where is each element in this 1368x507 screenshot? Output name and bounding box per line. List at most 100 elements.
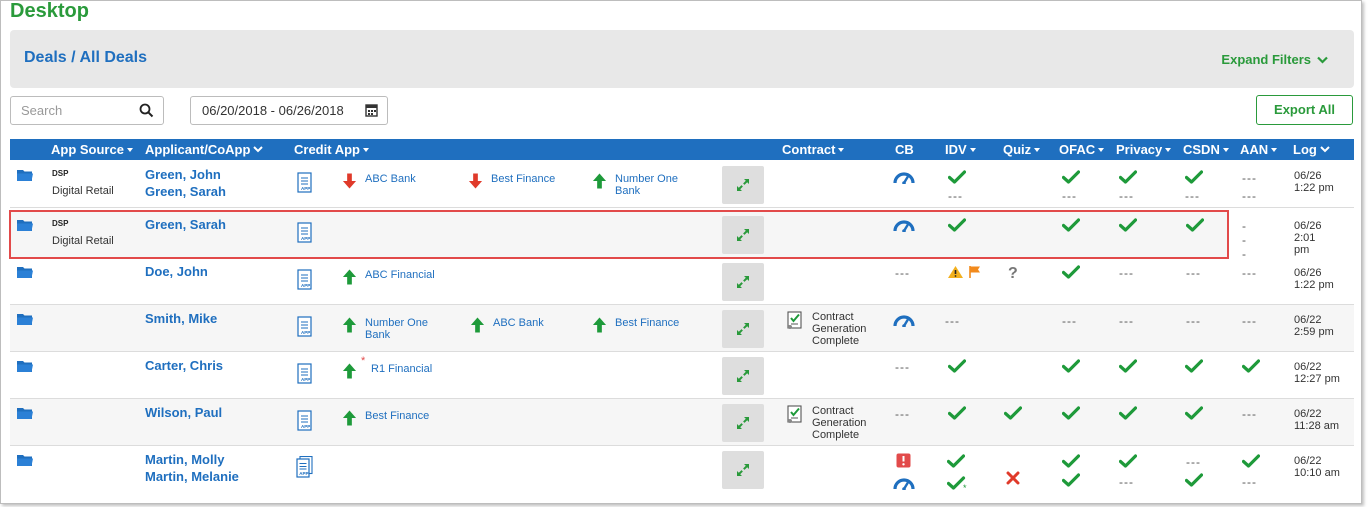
credit-app-multi-icon[interactable] xyxy=(295,456,315,478)
log-entry[interactable]: 06/26 1:22 pm xyxy=(1294,170,1334,194)
expand-button[interactable] xyxy=(722,166,764,204)
coapplicant-link[interactable]: Martin, Melanie xyxy=(145,468,239,485)
expand-filters-button[interactable]: Expand Filters xyxy=(1221,52,1328,67)
applicant-link[interactable]: Wilson, Paul xyxy=(145,404,222,421)
log-entry[interactable]: 06/22 12:27 pm xyxy=(1294,361,1340,385)
column-app-source[interactable]: App Source xyxy=(51,142,133,157)
gauge-icon[interactable] xyxy=(893,313,915,327)
date-range-field[interactable]: 06/20/2018 - 06/26/2018 xyxy=(190,96,388,125)
table-row[interactable]: Carter, Chris R1 Financial * --- 06/22 12… xyxy=(10,352,1354,399)
contract-status[interactable]: Contract Generation Complete xyxy=(786,311,866,347)
expand-button[interactable] xyxy=(722,263,764,301)
lender-item[interactable]: Number One Bank xyxy=(592,172,678,197)
column-privacy[interactable]: Privacy xyxy=(1116,142,1172,157)
coapplicant-link[interactable]: Green, Sarah xyxy=(145,183,226,200)
column-contract[interactable]: Contract xyxy=(782,142,845,157)
log-entry[interactable]: 06/26 2:01 pm xyxy=(1294,220,1322,256)
credit-app-icon[interactable] xyxy=(296,363,314,385)
warning-icon[interactable] xyxy=(947,265,964,279)
close-icon[interactable] xyxy=(1006,471,1020,485)
svg-text:?: ? xyxy=(1008,265,1018,280)
column-aan[interactable]: AAN xyxy=(1240,142,1278,157)
caret-down-icon xyxy=(1034,148,1041,152)
log-entry[interactable]: 06/22 11:28 am xyxy=(1294,408,1339,432)
caret-down-icon xyxy=(1165,148,1172,152)
column-applicant[interactable]: Applicant/CoApp xyxy=(145,142,264,157)
lender-item[interactable]: Best Finance xyxy=(342,409,429,427)
folder-icon[interactable] xyxy=(16,406,34,420)
contract-status[interactable]: Contract Generation Complete xyxy=(786,405,866,441)
check-star-icon: * xyxy=(947,476,967,491)
caret-down-icon xyxy=(362,148,369,152)
check-icon xyxy=(1119,406,1137,420)
credit-app-icon[interactable] xyxy=(296,316,314,338)
folder-icon[interactable] xyxy=(16,265,34,279)
log-entry[interactable]: 06/26 1:22 pm xyxy=(1294,267,1334,291)
question-icon[interactable]: ? xyxy=(1007,264,1019,280)
search-icon[interactable] xyxy=(139,103,154,118)
column-csdn[interactable]: CSDN xyxy=(1183,142,1229,157)
lender-item[interactable]: Best Finance xyxy=(592,316,679,334)
status-dash: --- xyxy=(895,360,910,374)
applicant-link[interactable]: Martin, Molly xyxy=(145,451,239,468)
flag-icon[interactable] xyxy=(968,265,982,279)
expand-button[interactable] xyxy=(722,357,764,395)
table-row[interactable]: Smith, Mike Number One Bank ABC Bank Best… xyxy=(10,305,1354,352)
table-row[interactable]: Doe, John ABC Financial --- ? --- --- --… xyxy=(10,258,1354,305)
folder-icon[interactable] xyxy=(16,453,34,467)
table-row-highlighted[interactable]: DSP Digital Retail Green, Sarah --- 06/2… xyxy=(9,210,1322,261)
lender-item[interactable]: ABC Bank xyxy=(342,172,416,190)
expand-button[interactable] xyxy=(722,310,764,348)
column-idv[interactable]: IDV xyxy=(945,142,976,157)
credit-app-icon[interactable] xyxy=(296,222,314,244)
status-dash: --- xyxy=(1242,171,1257,185)
folder-icon[interactable] xyxy=(16,168,34,182)
applicant-link[interactable]: Green, John xyxy=(145,166,226,183)
folder-icon[interactable] xyxy=(16,218,34,232)
log-entry[interactable]: 06/22 2:59 pm xyxy=(1294,314,1334,338)
gauge-icon[interactable] xyxy=(893,218,915,232)
expand-button[interactable] xyxy=(722,451,764,489)
table-row[interactable]: Wilson, Paul Best Finance Contract Genera… xyxy=(10,399,1354,446)
applicant-link[interactable]: Smith, Mike xyxy=(145,310,217,327)
table-row[interactable]: DSP Digital Retail Green, John Green, Sa… xyxy=(10,161,1354,208)
lender-item[interactable]: ABC Financial xyxy=(342,268,435,286)
alert-icon[interactable] xyxy=(896,453,911,468)
caret-down-icon xyxy=(1271,148,1278,152)
lender-item[interactable]: Number One Bank xyxy=(342,316,428,341)
applicant-link[interactable]: Doe, John xyxy=(145,263,208,280)
credit-app-icon[interactable] xyxy=(296,269,314,291)
column-quiz[interactable]: Quiz xyxy=(1003,142,1041,157)
applicant-link[interactable]: Carter, Chris xyxy=(145,357,223,374)
arrow-down-icon xyxy=(468,172,483,190)
column-cb[interactable]: CB xyxy=(895,142,914,157)
breadcrumb[interactable]: Deals / All Deals xyxy=(24,49,147,67)
export-all-button[interactable]: Export All xyxy=(1256,95,1353,125)
credit-app-icon[interactable] xyxy=(296,410,314,432)
check-icon xyxy=(1119,454,1137,468)
status-dash: --- xyxy=(1242,407,1257,421)
status-dash: --- xyxy=(895,407,910,421)
check-icon xyxy=(1119,170,1137,184)
credit-app-icon[interactable] xyxy=(296,172,314,194)
column-log[interactable]: Log xyxy=(1293,142,1330,157)
search-input[interactable] xyxy=(11,97,129,124)
log-entry[interactable]: 06/22 10:10 am xyxy=(1294,455,1340,479)
applicant-link[interactable]: Green, Sarah xyxy=(145,216,226,233)
lender-item[interactable]: Best Finance xyxy=(468,172,555,190)
expand-button[interactable] xyxy=(722,404,764,442)
arrow-down-icon xyxy=(342,172,357,190)
lender-item[interactable]: ABC Bank xyxy=(470,316,544,334)
applicant-names: Carter, Chris xyxy=(145,357,223,374)
expand-button[interactable] xyxy=(722,216,764,254)
gauge-icon[interactable] xyxy=(893,170,915,184)
lender-item[interactable]: R1 Financial xyxy=(342,362,432,380)
column-ofac[interactable]: OFAC xyxy=(1059,142,1105,157)
gauge-icon[interactable] xyxy=(893,476,915,490)
folder-icon[interactable] xyxy=(16,312,34,326)
table-header: App Source Applicant/CoApp Credit App Co… xyxy=(10,139,1354,160)
table-row[interactable]: Martin, Molly Martin, Melanie * --- --- … xyxy=(10,446,1354,496)
calendar-icon[interactable] xyxy=(365,103,378,117)
folder-icon[interactable] xyxy=(16,359,34,373)
column-credit-app[interactable]: Credit App xyxy=(294,142,369,157)
